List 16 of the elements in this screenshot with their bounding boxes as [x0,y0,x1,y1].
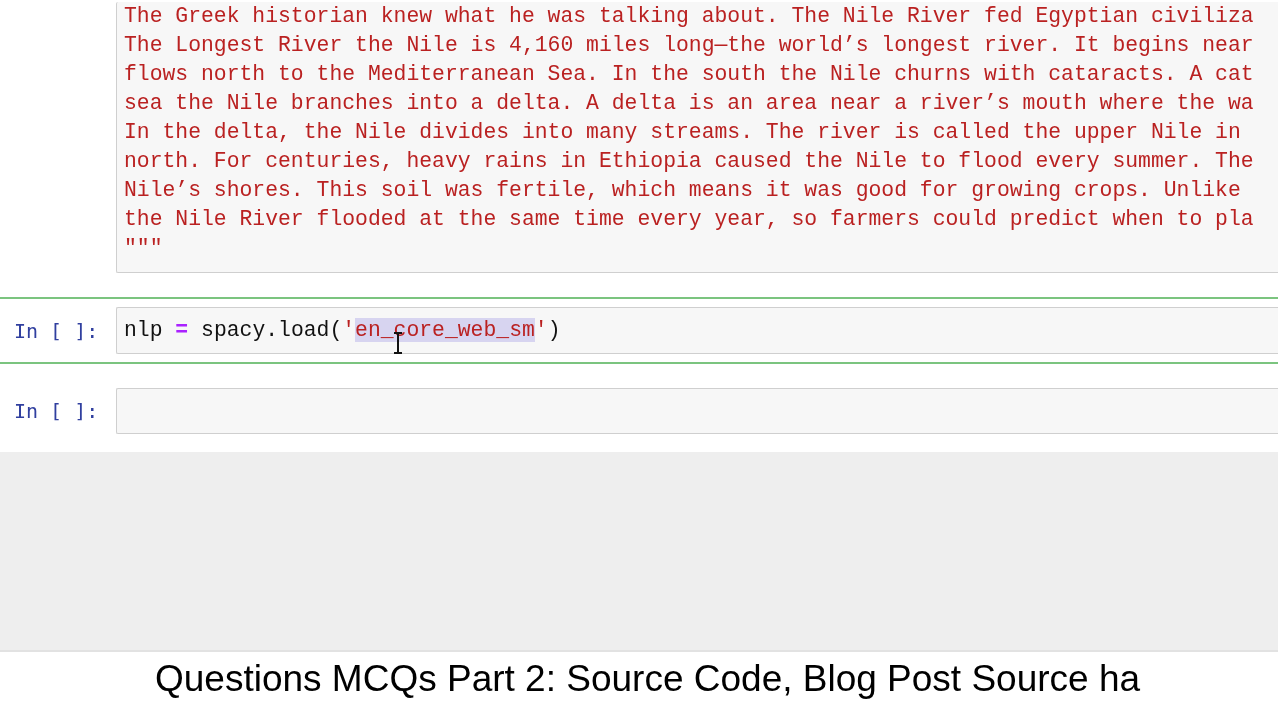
code-line: """ [124,235,163,262]
code-line: north. For centuries, heavy rains in Ethiopia caused the Nile to flood every summer. The [124,148,1254,175]
code-line: The Greek historian knew what he was talking about. The Nile River fed Egyptian civiliza [124,3,1254,30]
code-line: Nile’s shores. This soil was fertile, which means it was good for growing crops. Unlike [124,177,1241,204]
code-cell[interactable] [116,388,1278,434]
video-caption: Questions MCQs Part 2: Source Code, Blog Post Source ha [155,658,1141,700]
code-line: In the delta, the Nile divides into many streams. The river is called the upper Nile in [124,119,1241,146]
cell-prompt: In [ ]: [13,398,100,425]
cell-prompt: In [ ]: [13,317,100,345]
code-cell[interactable]: nlp = spacy.load('en_core_web_sm') [116,307,1278,354]
code-line: nlp = spacy.load('en_core_web_sm') [124,317,561,344]
code-line: the Nile River flooded at the same time every year, so farmers could predict when to pla [124,206,1254,233]
code-line: flows north to the Mediterranean Sea. In the south the Nile churns with cataracts. A cat [124,61,1254,88]
code-line: The Longest River the Nile is 4,160 miles long—the world’s longest river. It begins near [124,32,1254,59]
code-line: sea the Nile branches into a delta. A delta is an area near a river’s mouth where the wa [124,90,1254,117]
code-cell[interactable] [116,2,1278,273]
